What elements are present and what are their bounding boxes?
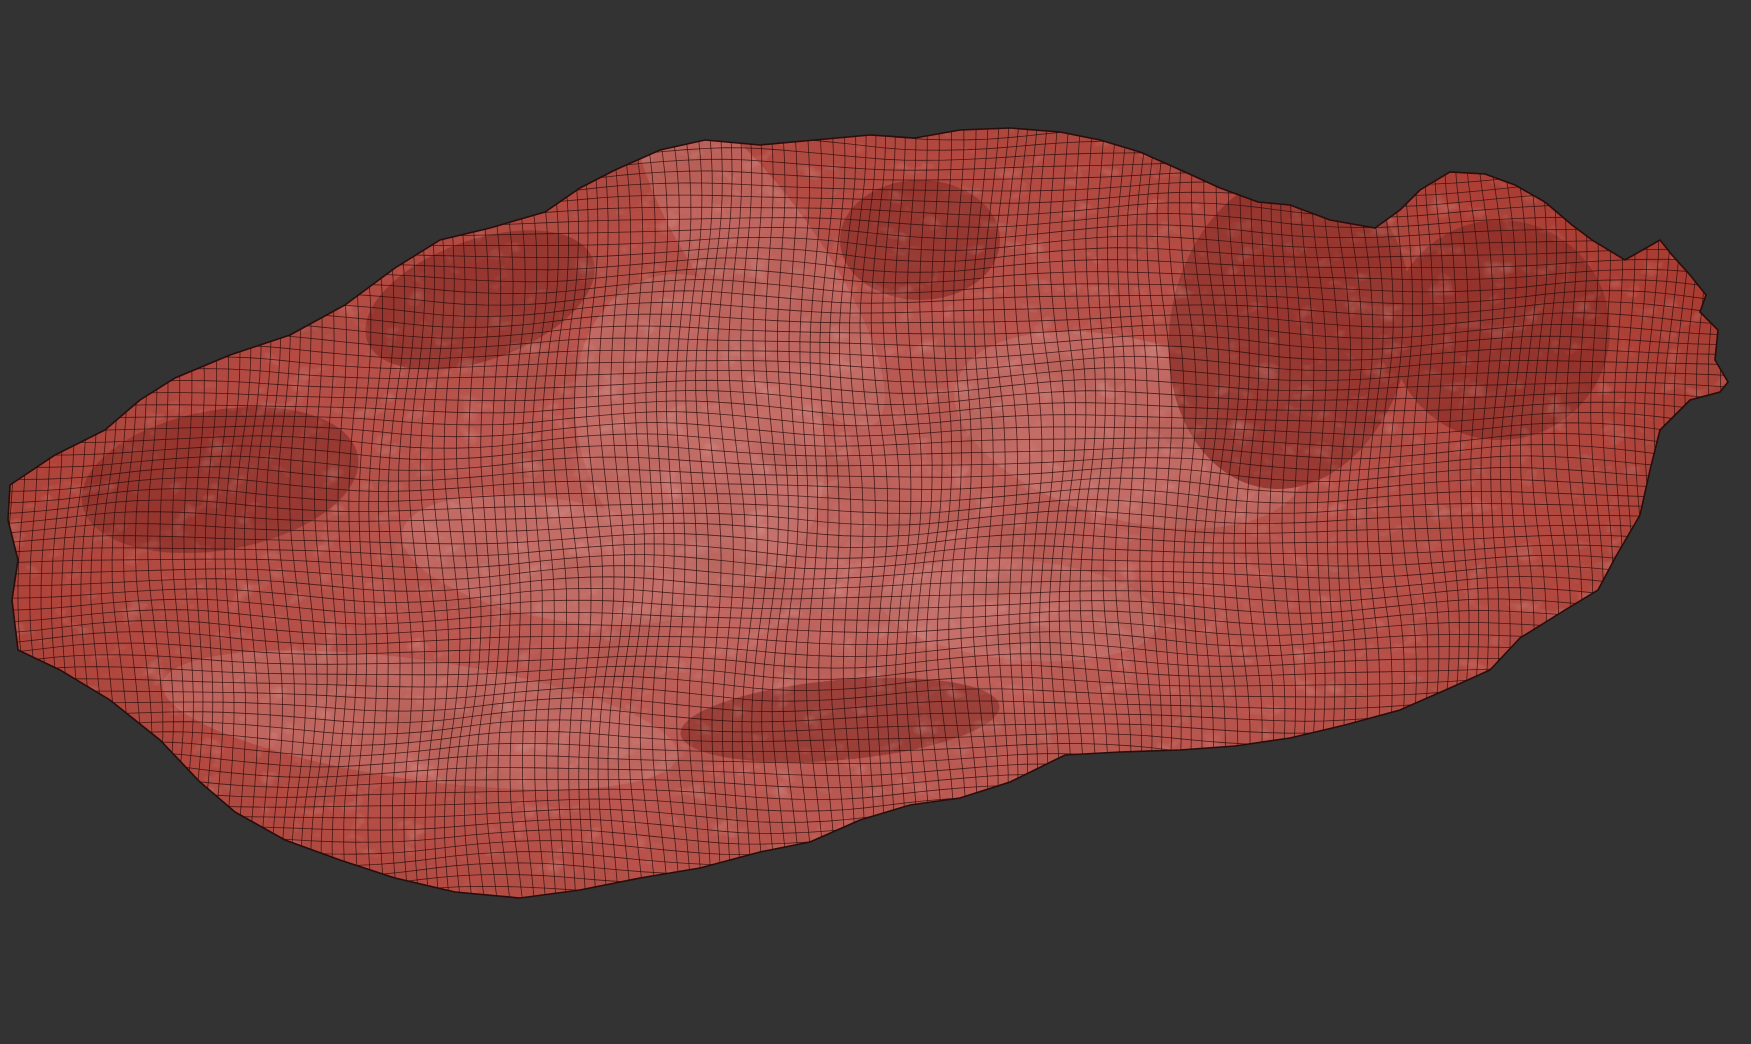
wireframe-edge-row — [8, 829, 1728, 845]
wireframe-edge-row — [8, 851, 1728, 867]
wireframe-edge-row — [0, 907, 1744, 922]
3d-viewport[interactable] — [0, 0, 1751, 1044]
terrain-mesh[interactable] — [0, 0, 1751, 1044]
wireframe-edge-column — [1730, 97, 1747, 923]
wireframe-edge-column — [1740, 97, 1751, 922]
wireframe-edge-column — [1707, 128, 1726, 898]
wireframe-edge-row — [8, 873, 1728, 889]
wireframe-edge-column — [8, 128, 10, 898]
wireframe-edge-row — [8, 895, 1728, 898]
wireframe-edge-column — [1643, 128, 1660, 898]
wireframe-edge-column — [1695, 128, 1714, 898]
wireframe-edge-row — [8, 884, 1728, 898]
wireframe-edge-row — [8, 93, 1736, 108]
viewport-canvas[interactable] — [0, 0, 1751, 1044]
wireframe-edge-row — [8, 862, 1728, 878]
wireframe-edge-row — [8, 105, 1737, 119]
wireframe-edge-row — [8, 840, 1728, 856]
wireframe-edge-column — [1673, 128, 1692, 898]
wireframe-edge-column — [1684, 128, 1702, 898]
wireframe-edge-column — [1719, 128, 1728, 898]
wireframe-edge-column — [1663, 128, 1682, 898]
wireframe-edge-column — [1653, 128, 1671, 898]
wireframe-edge-row — [8, 128, 1728, 130]
